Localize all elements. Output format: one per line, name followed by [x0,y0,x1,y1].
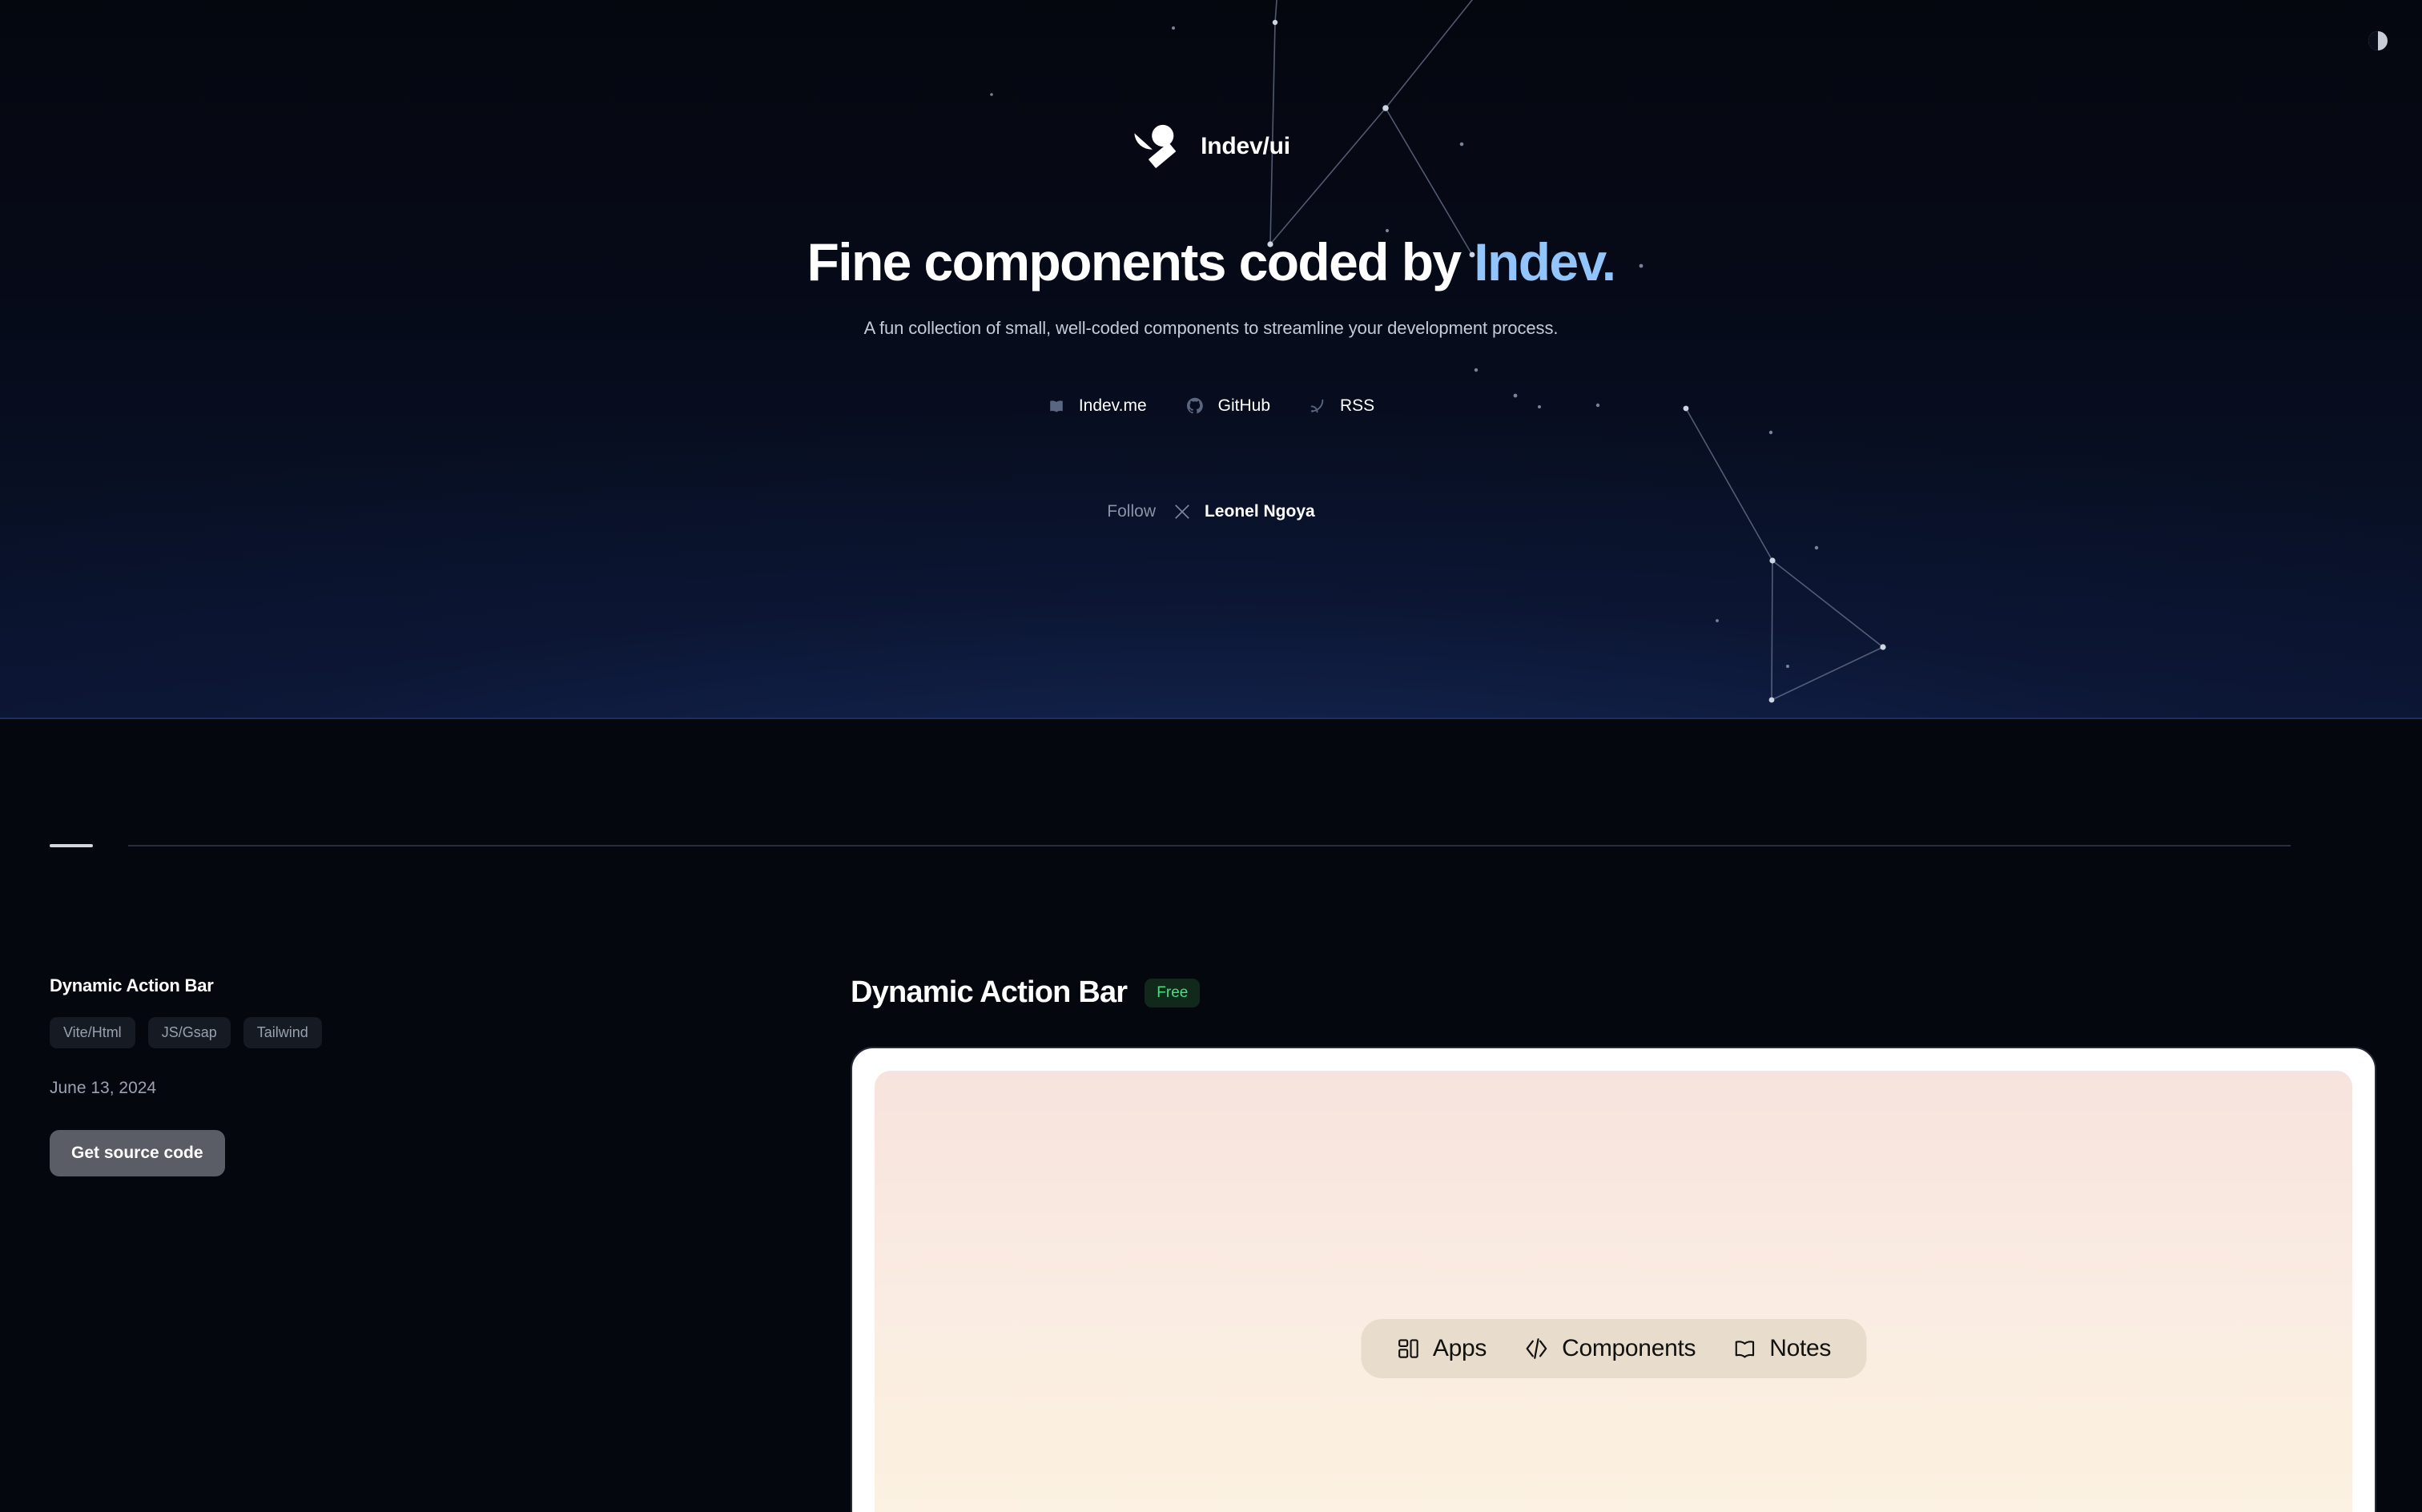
link-github[interactable]: GitHub [1185,396,1270,416]
publish-date: June 13, 2024 [50,1079,157,1097]
follow-row: Follow Leonel Ngoya [1107,502,1314,521]
action-item-label: Apps [1432,1335,1487,1361]
headline-accent: Indev. [1474,232,1616,292]
link-label: Indev.me [1078,396,1147,416]
tag-item[interactable]: Vite/Html [50,1017,135,1048]
dynamic-action-bar[interactable]: Apps Components Notes [1360,1319,1867,1378]
sidebar-title: Dynamic Action Bar [50,975,214,995]
action-item-apps[interactable]: Apps [1396,1335,1487,1362]
action-item-components[interactable]: Components [1523,1335,1696,1362]
main-panel: Dynamic Action Bar Free Apps Components … [851,975,2422,1512]
action-item-label: Notes [1769,1335,1832,1361]
rss-icon [1309,397,1326,415]
action-item-label: Components [1562,1335,1696,1361]
open-book-icon [1048,397,1065,415]
link-label: GitHub [1217,396,1270,416]
layout-grid-icon [1396,1337,1420,1361]
hero-section: Indev/ui Fine components coded by Indev.… [0,0,2422,719]
action-item-notes[interactable]: Notes [1732,1335,1831,1362]
tag-list: Vite/Html JS/Gsap Tailwind [50,1017,851,1048]
indev-logo-icon [1134,124,1177,168]
headline-main: Fine components coded by [807,232,1475,292]
link-indev-me[interactable]: Indev.me [1048,396,1147,416]
preview-stage: Apps Components Notes [875,1071,2352,1512]
main-header: Dynamic Action Bar Free [851,975,2422,1010]
open-book-icon [1732,1337,1756,1361]
link-rss[interactable]: RSS [1309,396,1374,416]
brand[interactable]: Indev/ui [1132,122,1290,171]
brand-name: Indev/ui [1201,133,1290,159]
component-title: Dynamic Action Bar [851,975,1128,1009]
hero-links: Indev.me GitHub RSS [1048,396,1374,416]
link-label: RSS [1340,396,1375,416]
page-title: Fine components coded by Indev. [807,232,1617,292]
preview-card: Apps Components Notes [851,1047,2376,1512]
section-divider [0,844,2422,847]
content-area: Dynamic Action Bar Vite/Html JS/Gsap Tai… [0,847,2422,1512]
hero-subtitle: A fun collection of small, well-coded co… [863,318,1559,339]
follow-handle: Leonel Ngoya [1204,502,1315,521]
divider-accent [50,844,93,847]
tag-item[interactable]: Tailwind [243,1017,322,1048]
tag-item[interactable]: JS/Gsap [147,1017,231,1048]
divider-line [128,845,2291,846]
status-badge[interactable]: Free [1145,978,1201,1007]
get-source-code-button[interactable]: Get source code [50,1130,225,1176]
x-twitter-icon [1173,503,1191,521]
github-icon [1185,396,1205,416]
code-brackets-icon [1523,1336,1549,1361]
follow-link-twitter[interactable]: Leonel Ngoya [1173,502,1315,521]
contrast-circle-icon [2368,31,2388,50]
sidebar: Dynamic Action Bar Vite/Html JS/Gsap Tai… [50,975,851,1512]
theme-toggle-button[interactable] [2366,29,2390,53]
follow-label: Follow [1107,502,1156,521]
